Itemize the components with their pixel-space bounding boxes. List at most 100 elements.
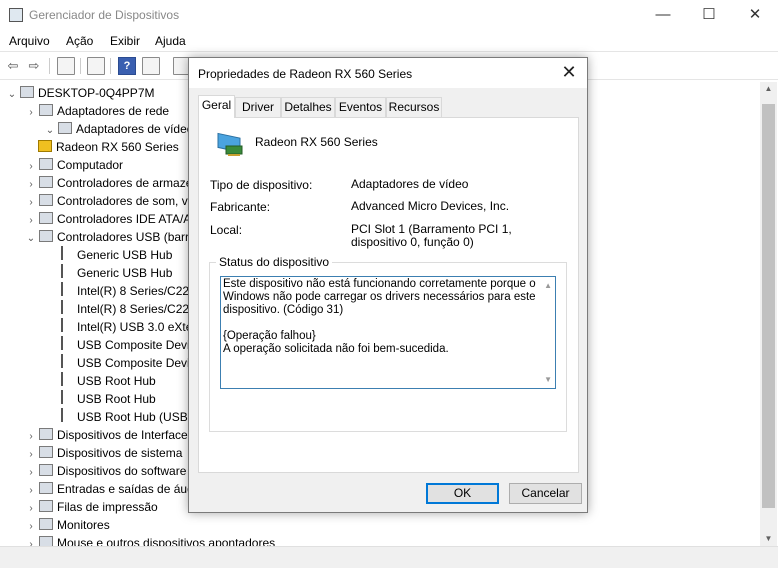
usb-icon [61,246,69,260]
tab-eventos[interactable]: Eventos [335,97,386,117]
computer-icon [20,86,34,98]
tree-item-label: Monitores [57,518,110,532]
help-icon[interactable]: ? [118,57,136,75]
usb-icon [61,408,69,422]
tab-geral[interactable]: Geral [198,95,235,118]
tree-item-label: Mouse e outros dispositivos apontadores [57,536,276,546]
scroll-up-icon[interactable]: ▲ [760,82,777,96]
back-icon[interactable]: ⇦ [4,57,22,75]
warning-display-icon [38,140,52,152]
tree-item[interactable]: › Dispositivos do software [25,462,186,480]
tree-item-label: Computador [57,158,124,172]
show-hide-console-tree-icon[interactable] [57,57,75,75]
tree-item[interactable]: USB Root Hub (USB 3.0) [44,408,212,426]
tree-item-label: USB Composite Device [77,356,203,370]
cancel-button[interactable]: Cancelar [509,483,582,504]
device-category-icon [39,176,53,188]
minimize-button[interactable]: — [640,0,686,30]
device-category-icon [39,482,53,494]
device-category-icon [39,158,53,170]
device-category-icon [39,464,53,476]
tree-item-label: USB Root Hub [77,374,156,388]
tree-item[interactable]: Generic USB Hub [44,264,172,282]
tree-item[interactable]: ⌄ Adaptadores de vídeo [44,120,193,138]
expand-chevron-icon[interactable]: › [25,536,37,546]
device-type-label: Tipo de dispositivo: [210,178,313,192]
general-tab-panel: Radeon RX 560 Series Tipo de dispositivo… [198,117,579,473]
window-titlebar: Gerenciador de Dispositivos — ☐ ✕ [0,0,778,30]
properties-icon[interactable] [87,57,105,75]
window-title: Gerenciador de Dispositivos [29,8,180,22]
usb-icon [61,264,69,278]
tree-item-label: Adaptadores de vídeo [76,122,194,136]
device-status-text: Este dispositivo não está funcionando co… [223,278,536,355]
toolbar-separator [49,58,50,74]
tab-recursos[interactable]: Recursos [386,97,442,117]
device-category-icon [39,500,53,512]
tree-item-label: USB Composite Device [77,338,203,352]
location-label: Local: [210,223,243,237]
expand-chevron-icon[interactable]: ⌄ [25,230,37,248]
tree-item-label: Intel(R) 8 Series/C220 [77,284,196,298]
menu-ajuda[interactable]: Ajuda [155,34,186,48]
usb-icon [61,300,69,314]
menu-acao[interactable]: Ação [66,34,93,48]
usb-icon [61,282,69,296]
usb-icon [61,390,69,404]
forward-icon[interactable]: ⇨ [25,57,43,75]
tree-item-label: Dispositivos do software [57,464,187,478]
tree-item-label: Filas de impressão [57,500,158,514]
location-value: PCI Slot 1 (Barramento PCI 1, dispositiv… [351,222,512,249]
tree-item[interactable]: › Filas de impressão [25,498,158,516]
textbox-scroll-up-icon[interactable]: ▲ [544,281,552,290]
tree-item[interactable]: › Adaptadores de rede [25,102,169,120]
device-manager-icon [9,8,23,22]
close-button[interactable]: ✕ [732,0,778,30]
tree-root[interactable]: ⌄ DESKTOP-0Q4PP7M [6,84,154,102]
usb-icon [61,372,69,386]
tree-item-label: Radeon RX 560 Series [56,140,179,154]
vertical-scrollbar[interactable]: ▲ ▼ [760,82,777,546]
tree-item[interactable]: Generic USB Hub [44,246,172,264]
tree-item[interactable]: USB Root Hub [44,390,156,408]
tree-item-label: Adaptadores de rede [57,104,170,118]
device-category-icon [39,428,53,440]
menu-exibir[interactable]: Exibir [110,34,140,48]
tree-item[interactable]: USB Composite Device [44,354,202,372]
tab-driver[interactable]: Driver [235,97,281,117]
dialog-close-icon[interactable]: ✕ [559,62,579,83]
tree-item[interactable]: › Dispositivos de sistema [25,444,182,462]
device-category-icon [39,230,53,242]
scroll-down-icon[interactable]: ▼ [760,532,777,546]
tree-item[interactable]: Intel(R) 8 Series/C220 [44,300,196,318]
textbox-scroll-down-icon[interactable]: ▼ [544,375,552,384]
tree-item-label: USB Root Hub [77,392,156,406]
status-bar [0,546,778,568]
device-status-legend: Status do dispositivo [216,255,333,269]
device-name: Radeon RX 560 Series [255,135,378,149]
action-pane-icon[interactable] [142,57,160,75]
ok-button[interactable]: OK [426,483,499,504]
tree-item[interactable]: USB Root Hub [44,372,156,390]
tree-item[interactable]: › Mouse e outros dispositivos apontadores [25,534,275,546]
tree-item[interactable]: › Entradas e saídas de áudio [25,480,203,498]
device-category-icon [39,104,53,116]
expand-chevron-icon[interactable]: › [25,104,37,122]
tree-item[interactable]: › Computador [25,156,123,174]
tree-root-label: DESKTOP-0Q4PP7M [38,86,155,100]
device-category-icon [58,122,72,134]
menu-arquivo[interactable]: Arquivo [9,34,50,48]
tree-item[interactable]: USB Composite Device [44,336,202,354]
scrollbar-thumb[interactable] [762,104,775,508]
maximize-button[interactable]: ☐ [686,0,732,30]
tree-item[interactable]: Intel(R) 8 Series/C220 [44,282,196,300]
device-category-icon [39,536,53,546]
device-type-value: Adaptadores de vídeo [351,177,469,191]
device-status-textbox[interactable]: Este dispositivo não está funcionando co… [220,276,556,389]
tree-item[interactable]: › Monitores [25,516,110,534]
tab-detalhes[interactable]: Detalhes [281,97,335,117]
collapse-chevron-icon[interactable]: ⌄ [6,86,18,104]
tree-item[interactable]: Radeon RX 560 Series [24,138,179,156]
device-category-icon [39,446,53,458]
toolbar-separator [80,58,81,74]
